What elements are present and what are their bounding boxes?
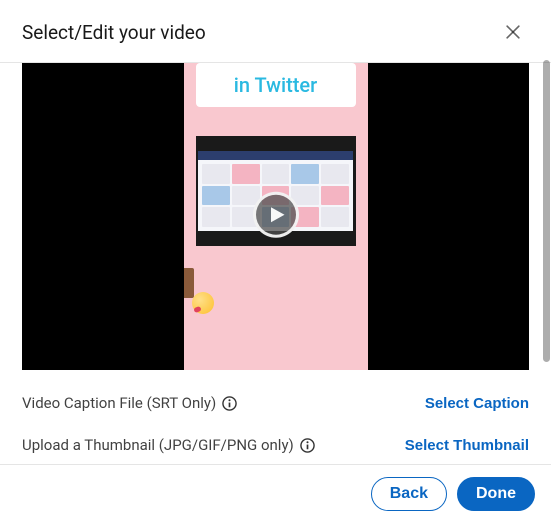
kiss-emoji-icon	[192, 292, 214, 314]
play-button[interactable]	[253, 191, 299, 237]
thumbnail-row: Upload a Thumbnail (JPG/GIF/PNG only) Se…	[22, 412, 529, 454]
done-button[interactable]: Done	[457, 477, 535, 511]
play-icon	[268, 205, 286, 223]
info-icon[interactable]	[300, 438, 315, 453]
close-icon	[503, 22, 523, 42]
thumbnail-label: Upload a Thumbnail (JPG/GIF/PNG only)	[22, 436, 315, 454]
modal-footer: Back Done	[0, 464, 551, 523]
select-thumbnail-button[interactable]: Select Thumbnail	[405, 437, 529, 454]
modal-content: in Twitter Video Caption File (SRT Only)	[0, 63, 551, 454]
caption-row: Video Caption File (SRT Only) Select Cap…	[22, 370, 529, 412]
scrollbar-thumb[interactable]	[543, 60, 550, 362]
video-preview-frame: in Twitter	[22, 63, 529, 370]
close-button[interactable]	[497, 16, 529, 48]
video-overlay-banner: in Twitter	[196, 63, 356, 107]
select-caption-button[interactable]: Select Caption	[425, 395, 529, 412]
thumbnail-label-text: Upload a Thumbnail (JPG/GIF/PNG only)	[22, 436, 294, 454]
back-button[interactable]: Back	[371, 477, 447, 511]
presenter-avatar	[184, 268, 194, 298]
caption-label-text: Video Caption File (SRT Only)	[22, 394, 216, 412]
modal-header: Select/Edit your video	[0, 0, 551, 62]
modal-title: Select/Edit your video	[22, 21, 206, 44]
caption-label: Video Caption File (SRT Only)	[22, 394, 237, 412]
info-icon[interactable]	[222, 396, 237, 411]
